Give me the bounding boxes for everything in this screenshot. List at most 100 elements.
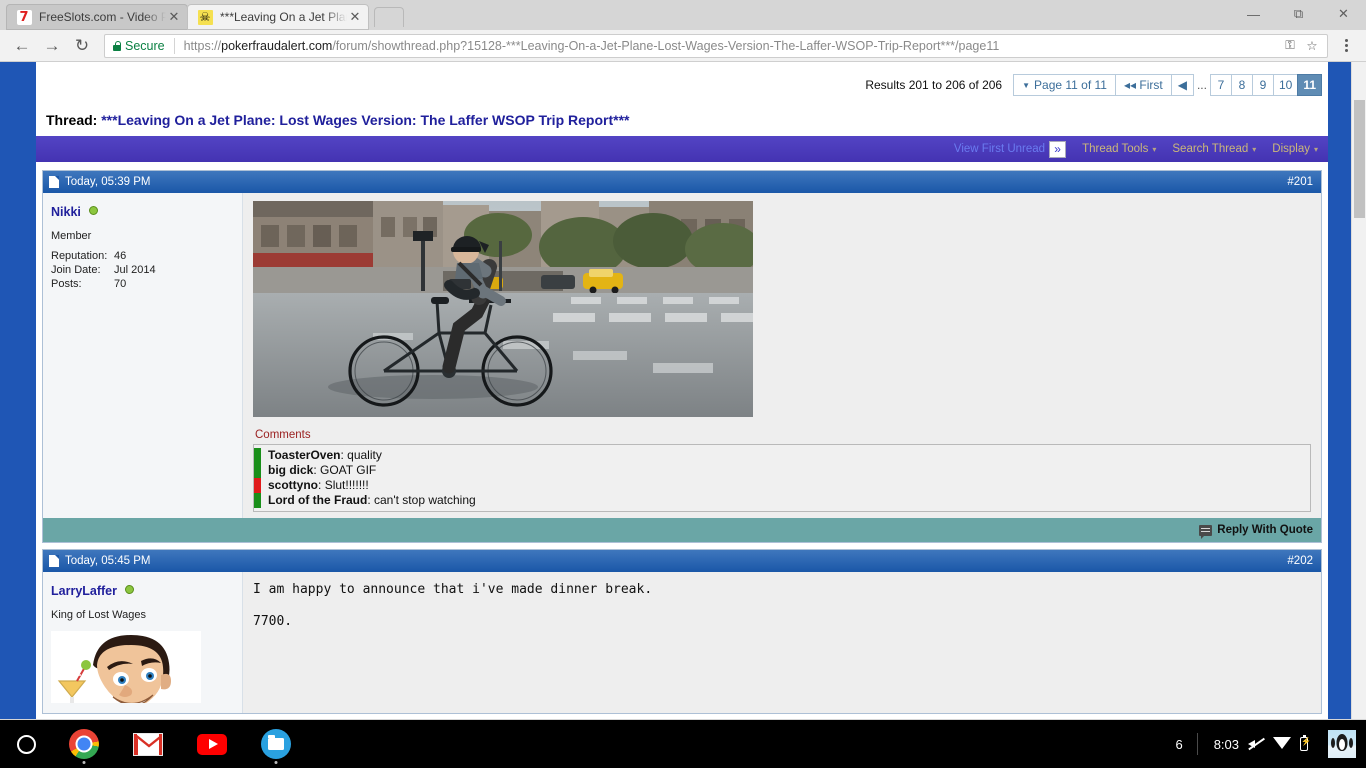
window-count[interactable]: 6: [1161, 737, 1196, 752]
post-timestamp: Today, 05:39 PM: [65, 176, 151, 188]
wifi-icon: [1273, 737, 1291, 749]
stat-key: Reputation:: [51, 250, 108, 262]
thread-tools-menu[interactable]: Thread Tools ▾: [1082, 143, 1156, 155]
reload-icon[interactable]: ↻: [68, 32, 96, 60]
page-11-button-current[interactable]: 11: [1297, 74, 1322, 96]
page-9-button[interactable]: 9: [1251, 74, 1274, 96]
pagination: Results 201 to 206 of 206 ▼ Page 11 of 11…: [42, 62, 1322, 102]
page-7-button[interactable]: 7: [1209, 74, 1232, 96]
comment-author[interactable]: big dick: [268, 463, 313, 477]
comment-item: big dick: GOAT GIF: [254, 463, 1310, 478]
thread-toolbar: View First Unread » Thread Tools ▾ Searc…: [36, 136, 1328, 162]
star-icon[interactable]: ☆: [1301, 38, 1323, 53]
online-status-icon: [89, 206, 99, 215]
post-header: Today, 05:45 PM #202: [43, 550, 1321, 572]
chevron-down-icon: ▼: [1022, 80, 1031, 90]
browser-window: 7 FreeSlots.com - Video Po ✕ ☠ ***Leavin…: [0, 0, 1366, 720]
username-row: Nikki: [51, 203, 234, 221]
search-thread-menu[interactable]: Search Thread ▾: [1172, 143, 1256, 155]
gmail-icon: [133, 732, 163, 756]
post-content: Comments ToasterOven: quality big dick: …: [243, 193, 1321, 518]
post-number[interactable]: #202: [1287, 555, 1313, 567]
close-window-button[interactable]: ✕: [1321, 0, 1366, 28]
comment-rating-bar-green: [254, 463, 261, 478]
stat-key: Posts:: [51, 278, 82, 290]
files-app-button[interactable]: [244, 720, 308, 768]
address-bar[interactable]: Secure https://pokerfraudalert.com/forum…: [104, 33, 1328, 58]
stat-row: Join Date: Jul 2014: [51, 264, 234, 276]
gmail-app-button[interactable]: [116, 720, 180, 768]
launcher-circle-icon: [16, 734, 36, 754]
tab-strip: 7 FreeSlots.com - Video Po ✕ ☠ ***Leavin…: [0, 0, 1366, 30]
url-scheme: https://: [183, 38, 222, 53]
thread-title-link[interactable]: ***Leaving On a Jet Plane: Lost Wages Ve…: [101, 112, 629, 128]
comment-author[interactable]: Lord of the Fraud: [268, 493, 367, 507]
view-first-unread-link[interactable]: View First Unread »: [954, 140, 1067, 158]
comment-text: GOAT GIF: [320, 463, 377, 477]
close-icon[interactable]: ✕: [166, 9, 182, 25]
prev-page-button[interactable]: ◀: [1170, 74, 1194, 96]
first-page-button[interactable]: ◂◂ First: [1114, 74, 1172, 96]
reply-bar: Reply With Quote: [43, 518, 1321, 542]
post-body: LarryLaffer King of Lost Wages I am happ…: [43, 572, 1321, 713]
back-icon[interactable]: ←: [8, 32, 36, 60]
post-number[interactable]: #201: [1287, 176, 1313, 188]
display-menu[interactable]: Display ▾: [1272, 143, 1318, 155]
comment-author[interactable]: scottyno: [268, 478, 318, 492]
skull-icon: ☠: [197, 9, 213, 25]
comment-item: Lord of the Fraud: can't stop watching: [254, 493, 1310, 508]
scrollbar-thumb[interactable]: [1354, 100, 1365, 218]
key-icon[interactable]: ⚿: [1279, 38, 1301, 53]
maximize-button[interactable]: ⧉: [1276, 0, 1321, 28]
comment-colon: :: [313, 463, 321, 477]
comment-text: can't stop watching: [374, 493, 476, 507]
thread-title-line: Thread: ***Leaving On a Jet Plane: Lost …: [42, 102, 1322, 136]
youtube-app-button[interactable]: [180, 720, 244, 768]
username-link[interactable]: Nikki: [51, 205, 81, 219]
post-icon: [49, 555, 59, 567]
vertical-scrollbar[interactable]: [1351, 62, 1366, 719]
minimize-button[interactable]: —: [1231, 0, 1276, 28]
post-201: Today, 05:39 PM #201 Nikki Member Reputa…: [42, 170, 1322, 543]
chrome-app-button[interactable]: [52, 720, 116, 768]
double-arrow-icon: »: [1049, 140, 1067, 158]
system-tray[interactable]: 8:03: [1198, 735, 1320, 752]
launcher-button[interactable]: [0, 734, 52, 754]
page-8-button[interactable]: 8: [1230, 74, 1253, 96]
avatar[interactable]: [51, 631, 201, 703]
browser-tab-freeslots[interactable]: 7 FreeSlots.com - Video Po ✕: [6, 4, 188, 30]
page-viewport: Results 201 to 206 of 206 ▼ Page 11 of 11…: [0, 62, 1366, 719]
tab-title: ***Leaving On a Jet Plan: [220, 10, 347, 24]
comment-author[interactable]: ToasterOven: [268, 448, 340, 462]
post-paragraph: I am happy to announce that i've made di…: [253, 582, 653, 597]
user-title: Member: [51, 230, 92, 242]
user-stats: Reputation: 46 Join Date: Jul 2014 Posts…: [51, 250, 234, 290]
page-10-button[interactable]: 10: [1272, 74, 1299, 96]
new-tab-button[interactable]: [374, 7, 404, 27]
results-count: Results 201 to 206 of 206: [865, 78, 1003, 92]
comment-colon: :: [367, 493, 374, 507]
comment-rating-bar-green: [254, 448, 261, 463]
three-dot-menu-icon[interactable]: [1334, 39, 1358, 52]
chevron-down-icon: ▾: [1313, 144, 1318, 154]
battery-charging-icon: [1300, 735, 1311, 751]
url-text: https://pokerfraudalert.com/forum/showth…: [184, 39, 1279, 53]
user-title: King of Lost Wages: [51, 609, 146, 621]
taskbar: 6 8:03: [0, 720, 1366, 768]
running-indicator: [274, 761, 278, 764]
username-link[interactable]: LarryLaffer: [51, 584, 117, 598]
close-icon[interactable]: ✕: [347, 9, 363, 25]
forward-icon[interactable]: →: [38, 32, 66, 60]
divider: [173, 37, 175, 54]
reply-with-quote-button[interactable]: Reply With Quote: [1217, 524, 1313, 536]
browser-tab-thread[interactable]: ☠ ***Leaving On a Jet Plan ✕: [187, 4, 369, 30]
thread-label: Thread:: [46, 112, 98, 128]
stat-value: Jul 2014: [114, 264, 156, 276]
security-label: Secure: [125, 38, 165, 53]
page-selector[interactable]: ▼ Page 11 of 11: [1013, 74, 1116, 96]
penguin-avatar[interactable]: [1328, 730, 1356, 758]
stat-value: 46: [114, 250, 127, 262]
chevron-down-icon: ▾: [1152, 144, 1157, 154]
files-icon: [261, 729, 291, 759]
cyclist-street-gif[interactable]: [253, 201, 753, 417]
